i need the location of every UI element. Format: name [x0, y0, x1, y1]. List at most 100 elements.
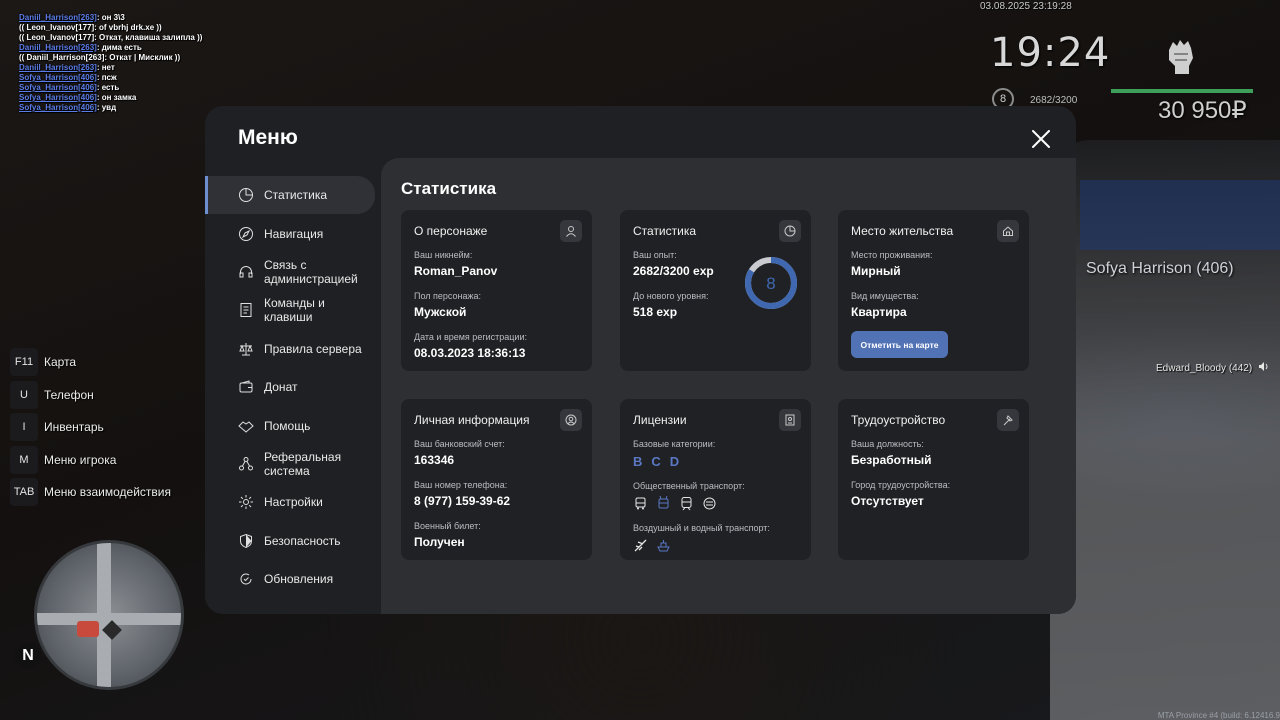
home-icon	[997, 220, 1019, 242]
chat-sender: Sofya_Harrison[406]	[19, 73, 97, 82]
airplane-icon	[633, 538, 648, 553]
hotkey-item: I Инвентарь	[10, 411, 171, 444]
sidebar-item-label: Донат	[264, 380, 298, 395]
hud-money: 30 950₽	[1158, 97, 1247, 124]
user-icon	[560, 220, 582, 242]
chat-sender: Sofya_Harrison[406]	[19, 93, 97, 102]
sidebar-item-8[interactable]: Реферальная система	[205, 445, 381, 483]
place-label: Место проживания:	[851, 250, 933, 260]
sidebar-item-1[interactable]: Статистика	[205, 176, 375, 215]
hotkey-label: Меню игрока	[44, 452, 117, 467]
base-categories-label: Базовые категории:	[633, 439, 716, 449]
pie-chart-icon	[779, 220, 801, 242]
sidebar-item-5[interactable]: Правила сервера	[205, 330, 381, 368]
hotkey-key: TAB	[10, 478, 38, 507]
hammer-icon	[997, 409, 1019, 431]
sidebar-item-label: Помощь	[264, 418, 311, 433]
sidebar-item-label: Статистика	[264, 188, 328, 203]
chat-message: : псж	[96, 73, 117, 82]
card-title: Лицензии	[633, 413, 687, 427]
card-title: Место жительства	[851, 224, 954, 238]
sidebar-item-3[interactable]: Связь с администрацией	[205, 253, 381, 291]
sidebar-item-10[interactable]: Безопасность	[205, 522, 381, 560]
public-transport-icons	[633, 495, 798, 511]
chat-line: (( Leon_Ivanov[177]: of vbrhj drk.xe ))	[19, 23, 202, 33]
hud-time: 19:24	[990, 30, 1111, 76]
chat-message: (( Leon_Ivanov[177]: Откат, клавиша зали…	[19, 33, 203, 42]
sidebar-item-6[interactable]: Донат	[205, 368, 381, 406]
chat-message: : дима есть	[96, 43, 142, 52]
sidebar-item-9[interactable]: Настройки	[205, 483, 381, 521]
chat-message: (( Leon_Ivanov[177]: of vbrhj drk.xe ))	[19, 23, 162, 32]
mark-on-map-button[interactable]: Отметить на карте	[851, 331, 948, 358]
sidebar-item-label: Связь с администрацией	[264, 257, 358, 286]
sidebar-item-label: Навигация	[264, 226, 324, 241]
job-city-label: Город трудоустройства:	[851, 480, 951, 490]
card-licenses: Лицензии Базовые категории: BCD Обществе…	[620, 399, 811, 560]
sidebar-item-label: Настройки	[264, 495, 323, 510]
license-category: C	[651, 454, 661, 469]
hud-health-bar	[1111, 89, 1253, 93]
hud-exp: 2682/3200	[1030, 95, 1078, 106]
trolleybus-icon	[656, 495, 671, 511]
close-button[interactable]	[1032, 130, 1050, 148]
hud-date: 03.08.2025 23:19:28	[980, 1, 1072, 12]
chat-sender: Daniil_Harrison[263]	[19, 43, 97, 52]
chat-line: Sofya_Harrison[406]: псж	[19, 73, 202, 83]
boat-icon	[656, 538, 671, 553]
card-residence: Место жительства Место проживания: Мирны…	[838, 210, 1029, 371]
sidebar-item-7[interactable]: Помощь	[205, 406, 381, 444]
content-title: Статистика	[401, 179, 497, 198]
card-title: О персонаже	[414, 224, 488, 238]
license-category: B	[633, 454, 643, 469]
shield-icon	[238, 533, 254, 549]
place-value: Мирный	[851, 264, 901, 278]
job-city-value: Отсутствует	[851, 494, 924, 508]
sidebar-item-label: Безопасность	[264, 533, 341, 548]
hospital-marker-icon	[77, 621, 99, 637]
chat-line: (( Leon_Ivanov[177]: Откат, клавиша зали…	[19, 33, 202, 43]
chat-log: Daniil_Harrison[263]: он 3\3(( Leon_Ivan…	[19, 13, 202, 113]
property-value: Квартира	[851, 305, 907, 319]
sidebar-item-label: Реферальная система	[264, 449, 342, 478]
menu-sidebar: Статистика Навигация Связь с администрацие…	[205, 176, 381, 598]
position-label: Ваша должность:	[851, 439, 924, 449]
chat-sender: Sofya_Harrison[406]	[19, 103, 97, 112]
compass-icon	[238, 226, 254, 242]
level-progress-ring: 8	[745, 257, 797, 309]
hotkey-item: U Телефон	[10, 379, 171, 412]
user-circle-icon	[560, 409, 582, 431]
handshake-icon	[238, 418, 254, 434]
level-number: 8	[766, 274, 775, 293]
document-icon	[238, 302, 254, 318]
hotkey-item: F11 Карта	[10, 346, 171, 379]
hotkey-key: F11	[10, 348, 38, 377]
sidebar-item-4[interactable]: Команды и клавиши	[205, 291, 381, 329]
chat-line: Daniil_Harrison[263]: нет	[19, 63, 202, 73]
scales-icon	[238, 341, 254, 357]
menu-title: Меню	[238, 126, 298, 149]
hotkey-key: I	[10, 413, 38, 442]
hotkey-item: M Меню игрока	[10, 444, 171, 477]
wallet-icon	[238, 379, 254, 395]
chat-message: : он 3\3	[96, 13, 125, 22]
hotkey-label: Меню взаимодействия	[44, 485, 171, 500]
chat-line: Sofya_Harrison[406]: он замка	[19, 93, 202, 103]
hotkey-key: M	[10, 445, 38, 474]
close-icon	[1032, 130, 1050, 148]
chat-line: Daniil_Harrison[263]: он 3\3	[19, 13, 202, 23]
card-statistics: Статистика Ваш опыт: 2682/3200 exp До но…	[620, 210, 811, 371]
chat-sender: Daniil_Harrison[263]	[19, 13, 97, 22]
sidebar-item-11[interactable]: Обновления	[205, 560, 381, 598]
military-label: Военный билет:	[414, 521, 481, 531]
sidebar-item-2[interactable]: Навигация	[205, 214, 381, 252]
air-water-transport-label: Воздушный и водный транспорт:	[633, 523, 770, 533]
chat-line: Sofya_Harrison[406]: есть	[19, 83, 202, 93]
registration-label: Дата и время регистрации:	[414, 332, 527, 342]
sidebar-item-label: Правила сервера	[264, 341, 362, 356]
gender-label: Пол персонажа:	[414, 291, 482, 301]
chat-line: Sofya_Harrison[406]: увд	[19, 103, 202, 113]
chat-message: : есть	[96, 83, 120, 92]
license-categories: BCD	[633, 454, 798, 469]
chat-message: : нет	[96, 63, 115, 72]
